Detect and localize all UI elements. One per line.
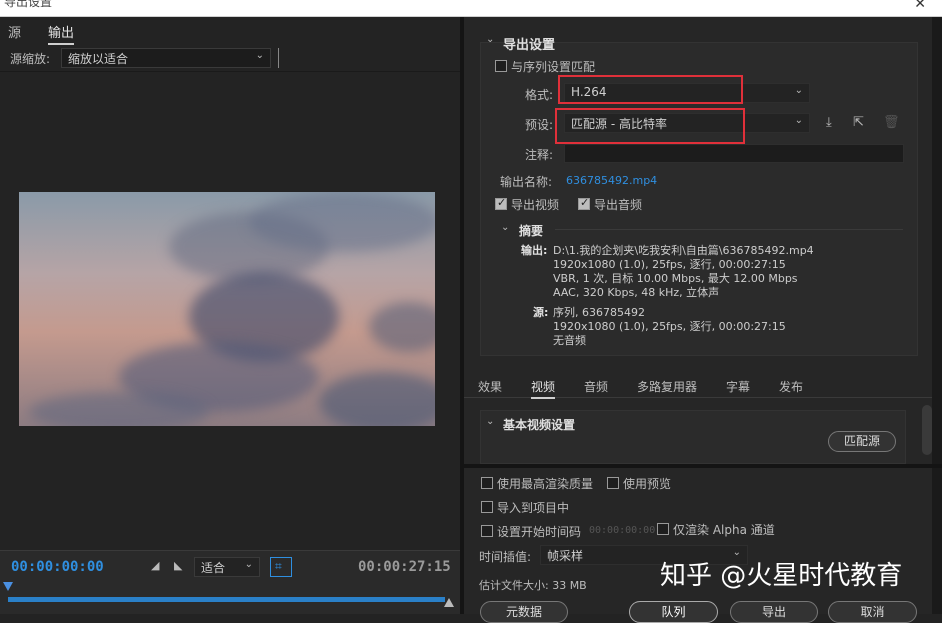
output-name-link[interactable]: 636785492.mp4 bbox=[566, 174, 657, 187]
max-render-label: 使用最高渲染质量 bbox=[497, 477, 594, 491]
mark-out-icon[interactable]: ◣ bbox=[174, 559, 182, 572]
divider bbox=[278, 48, 279, 68]
export-video-checkbox[interactable] bbox=[495, 196, 507, 210]
out-point-handle[interactable] bbox=[444, 598, 454, 607]
use-preview-checkbox[interactable] bbox=[607, 477, 619, 489]
use-preview-label: 使用预览 bbox=[623, 477, 672, 491]
close-icon[interactable]: ✕ bbox=[914, 0, 926, 12]
fit-value: 适合 bbox=[201, 561, 226, 575]
crop-icon: ⌗ bbox=[275, 559, 282, 573]
time-interp-label: 时间插值: bbox=[479, 550, 532, 564]
delete-preset-icon[interactable]: 🗑 bbox=[883, 115, 900, 130]
tab-publish[interactable]: 发布 bbox=[779, 378, 803, 395]
chevron-down-icon: ⌄ bbox=[244, 559, 253, 570]
summary-output-label: 输出: bbox=[521, 244, 548, 257]
chevron-down-icon: ⌄ bbox=[794, 85, 803, 96]
summary-source-line: 无音频 bbox=[553, 334, 586, 347]
tab-video[interactable]: 视频 bbox=[531, 378, 556, 399]
tab-effects[interactable]: 效果 bbox=[478, 378, 502, 395]
start-timecode-checkbox[interactable] bbox=[481, 525, 493, 537]
chevron-down-icon: ⌄ bbox=[794, 115, 803, 126]
time-interp-value: 帧采样 bbox=[547, 549, 584, 563]
format-label: 格式: bbox=[525, 88, 554, 102]
match-source-button[interactable]: 匹配源 bbox=[828, 431, 896, 452]
cancel-button[interactable]: 取消 bbox=[828, 601, 917, 623]
comments-input[interactable] bbox=[564, 144, 904, 163]
watermark-text: 知乎 @火星时代教育 bbox=[660, 561, 903, 591]
source-zoom-dropdown[interactable]: 缩放以适合 ⌄ bbox=[61, 48, 271, 68]
match-sequence-checkbox[interactable] bbox=[495, 60, 507, 72]
preset-highlight-box bbox=[555, 108, 745, 144]
import-project-label: 导入到项目中 bbox=[497, 501, 570, 515]
format-highlight-box bbox=[558, 75, 743, 104]
start-timecode[interactable]: 00:00:00:00 bbox=[11, 559, 104, 575]
video-preview bbox=[19, 192, 435, 426]
basic-video-chevron-icon[interactable]: ⌄ bbox=[486, 416, 494, 427]
max-render-checkbox[interactable] bbox=[481, 477, 493, 489]
export-audio-label: 导出音频 bbox=[594, 198, 643, 212]
edge-strip bbox=[932, 17, 942, 614]
tab-audio[interactable]: 音频 bbox=[584, 378, 608, 395]
summary-output-line: AAC, 320 Kbps, 48 kHz, 立体声 bbox=[553, 286, 720, 299]
end-timecode: 00:00:27:15 bbox=[358, 559, 451, 575]
settings-scrollbar[interactable] bbox=[922, 405, 932, 455]
export-button[interactable]: 导出 bbox=[730, 601, 818, 623]
export-audio-checkbox[interactable] bbox=[578, 196, 590, 210]
source-zoom-bar: 源缩放: 缩放以适合 ⌄ bbox=[0, 44, 460, 72]
export-video-label: 导出视频 bbox=[511, 198, 560, 212]
output-name-label: 输出名称: bbox=[500, 175, 553, 189]
save-preset-icon[interactable]: ⤓ bbox=[826, 115, 832, 130]
metadata-button[interactable]: 元数据 bbox=[480, 601, 568, 623]
start-timecode-label: 设置开始时间码 bbox=[497, 525, 582, 539]
timeline-track[interactable] bbox=[8, 597, 445, 602]
tab-captions[interactable]: 字幕 bbox=[726, 378, 750, 395]
source-zoom-label: 源缩放: bbox=[10, 52, 51, 66]
mark-in-icon[interactable]: ◢ bbox=[151, 559, 159, 572]
render-alpha-checkbox[interactable] bbox=[657, 523, 669, 535]
summary-source-line: 1920x1080 (1.0), 25fps, 逐行, 00:00:27:15 bbox=[553, 320, 786, 333]
match-sequence-label: 与序列设置匹配 bbox=[511, 60, 596, 74]
window-title: 导出设置 bbox=[4, 0, 53, 9]
chevron-down-icon: ⌄ bbox=[255, 50, 264, 61]
tab-source[interactable]: 源 bbox=[8, 22, 21, 41]
basic-video-title: 基本视频设置 bbox=[503, 418, 576, 432]
comments-label: 注释: bbox=[525, 148, 554, 162]
import-preset-icon[interactable]: ⇱ bbox=[853, 115, 864, 130]
source-zoom-value: 缩放以适合 bbox=[68, 52, 129, 66]
collapse-chevron-icon[interactable]: ⌄ bbox=[486, 34, 494, 45]
summary-title: 摘要 bbox=[519, 224, 544, 238]
start-timecode-field[interactable]: 00:00:00:00 bbox=[589, 525, 655, 536]
queue-button[interactable]: 队列 bbox=[629, 601, 718, 623]
source-output-tabs: 源 输出 bbox=[0, 17, 460, 45]
playhead-handle[interactable] bbox=[3, 582, 13, 591]
aspect-crop-button[interactable]: ⌗ bbox=[270, 557, 292, 577]
tab-multiplexer[interactable]: 多路复用器 bbox=[637, 378, 697, 395]
render-alpha-label: 仅渲染 Alpha 通道 bbox=[673, 523, 775, 537]
tab-output[interactable]: 输出 bbox=[48, 22, 75, 45]
summary-chevron-icon[interactable]: ⌄ bbox=[501, 222, 509, 233]
estimated-file-size: 估计文件大小: 33 MB bbox=[479, 579, 587, 592]
fit-dropdown[interactable]: 适合 ⌄ bbox=[194, 557, 260, 577]
window-titlebar: 导出设置 ✕ bbox=[0, 0, 942, 17]
preset-label: 预设: bbox=[525, 118, 554, 132]
import-project-checkbox[interactable] bbox=[481, 501, 493, 513]
summary-divider bbox=[555, 229, 903, 230]
summary-source-label: 源: bbox=[533, 306, 549, 319]
bottom-separator bbox=[464, 464, 942, 468]
export-settings-title: 导出设置 bbox=[503, 38, 556, 53]
